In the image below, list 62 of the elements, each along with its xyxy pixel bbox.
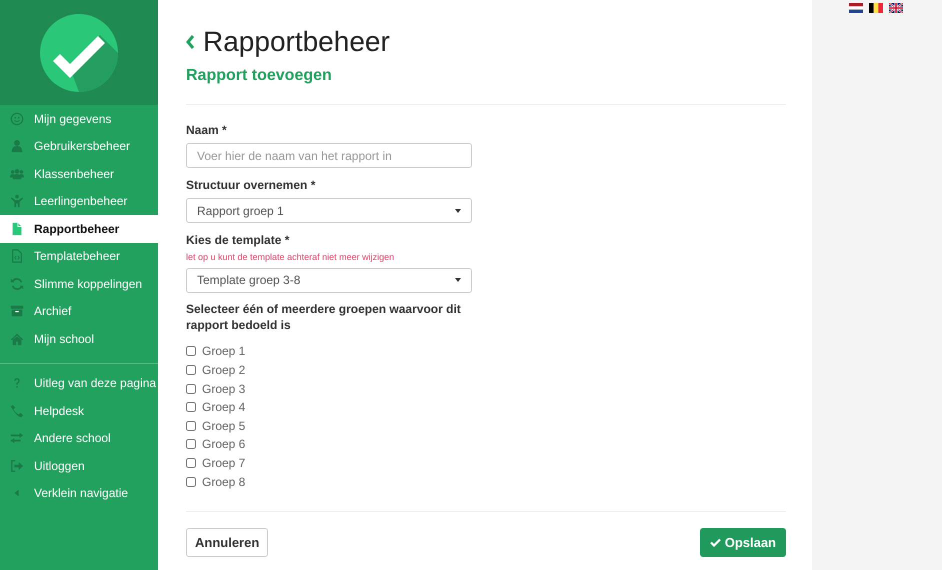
file-icon [10,222,24,236]
checkbox-label: Groep 3 [202,380,246,398]
back-icon[interactable] [186,35,195,49]
sidebar-item[interactable]: Rapportbeheer [0,215,158,242]
checkbox-label: Groep 5 [202,418,246,435]
sidebar-item[interactable]: Templatebeheer [0,242,158,270]
checkbox[interactable] [186,346,196,356]
flag-icon[interactable] [849,3,863,13]
field-label: Naam * [186,122,228,139]
checkbox-label: Groep 8 [202,474,246,491]
child-icon [10,194,24,208]
checkbox[interactable] [186,384,196,394]
sidebar-item[interactable]: Verklein navigatie [0,480,158,507]
sidebar-item[interactable]: Mijn gegevens [0,105,158,132]
checkbox[interactable] [186,420,196,431]
checkbox-label: Groep 6 [202,436,246,454]
exchange-icon [10,431,24,446]
warning-text: let op u kunt de template achteraf niet meer wijzigen [186,251,396,264]
logo-icon [40,14,118,92]
checkbox-label: Groep 1 [202,343,246,360]
sync-icon [10,276,24,291]
phone-icon [10,404,24,418]
checkbox[interactable] [186,364,196,375]
sidebar-item[interactable]: Leerlingenbeheer [0,188,158,215]
checkbox-label: Groep 4 [202,399,246,416]
cancel-button[interactable]: Annuleren [186,528,268,558]
code-file-icon [10,249,24,264]
sidebar-item[interactable]: Helpdesk [0,397,158,424]
sidebar-item[interactable]: Klassenbeheer [0,160,158,188]
checkbox-label: Groep 2 [202,362,246,379]
checkbox-label: Groep 7 [202,454,246,472]
field-label: Selecteer één of meerdere groepen waarvoor dit rapport bedoeld is [186,300,462,334]
checkbox[interactable] [186,458,196,468]
archive-icon [10,304,24,318]
page-title: Rapportbeheer [203,28,390,56]
save-button[interactable]: Opslaan [700,528,786,558]
home-icon [10,332,24,346]
sidebar-item[interactable]: Uitleg van deze pagina [0,370,158,397]
field-label: Structuur overnemen * [186,177,316,194]
checkbox[interactable] [186,402,196,412]
sidebar-item[interactable]: Mijn school [0,325,158,352]
logout-icon [10,458,24,473]
checkbox[interactable] [186,439,196,450]
sidebar-item[interactable]: Slimme koppelingen [0,270,158,298]
caret-icon [455,278,461,282]
sidebar-item[interactable]: Uitloggen [0,452,158,480]
name-field[interactable]: Voer hier de naam van het rapport in [186,143,472,168]
select-field[interactable]: Rapport groep 1 [186,198,472,223]
checkbox[interactable] [186,476,196,487]
sidebar-item[interactable]: Gebruikersbeheer [0,132,158,160]
field-label: Kies de template * [186,232,290,249]
sidebar-item[interactable]: Andere school [0,424,158,452]
caret-icon [455,208,461,212]
select-field[interactable]: Template groep 3-8 [186,268,472,292]
check-icon [710,538,721,548]
users-icon [10,166,24,181]
flag-icon[interactable] [889,3,903,13]
smiley-icon [10,112,24,126]
sidebar-item[interactable]: Archief [0,298,158,325]
page-subtitle: Rapport toevoegen [186,66,333,86]
flag-icon[interactable] [869,3,883,13]
user-icon [10,139,24,154]
